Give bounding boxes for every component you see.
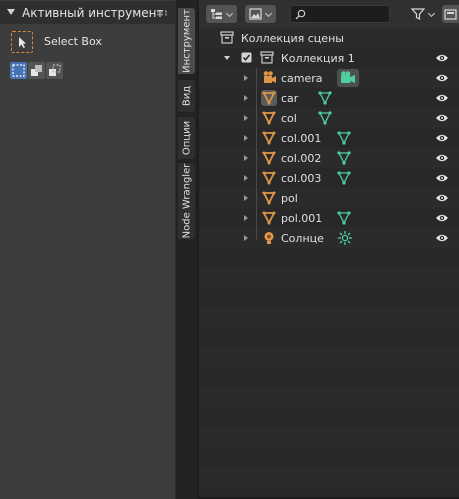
outliner-tree-icon — [211, 9, 222, 19]
outliner: Коллекция сцены Коллекция 1 camera car c… — [199, 0, 459, 499]
disclosure-closed-icon[interactable] — [244, 175, 248, 181]
mesh-object-icon — [262, 211, 276, 226]
mesh-object-icon — [262, 151, 276, 166]
mode-new-icon[interactable] — [10, 62, 27, 79]
search-field[interactable] — [290, 5, 390, 23]
chevron-down-icon — [264, 9, 273, 18]
mesh-object-icon — [261, 90, 277, 106]
mesh-data-icon[interactable] — [336, 170, 352, 186]
select-box-icon[interactable] — [11, 31, 33, 53]
object-label: col.001 — [281, 132, 322, 145]
object-row-sun[interactable]: Солнце — [199, 228, 459, 248]
eye-icon[interactable] — [435, 133, 449, 143]
eye-icon[interactable] — [435, 113, 449, 123]
panel-title: Активный инструмент — [22, 6, 164, 20]
collection-icon — [260, 51, 274, 64]
object-label: Солнце — [281, 232, 324, 245]
mesh-data-icon[interactable] — [336, 210, 352, 226]
object-row-col-002[interactable]: col.002 — [199, 148, 459, 168]
scene-collection-icon — [220, 31, 234, 44]
disclosure-closed-icon[interactable] — [244, 115, 248, 121]
object-row-col-003[interactable]: col.003 — [199, 168, 459, 188]
exclude-checkbox[interactable] — [241, 52, 252, 63]
search-icon — [295, 9, 306, 20]
object-label: col.002 — [281, 152, 322, 165]
eye-icon[interactable] — [435, 193, 449, 203]
disclosure-closed-icon[interactable] — [244, 155, 248, 161]
disclosure-closed-icon[interactable] — [244, 135, 248, 141]
chevron-down-icon — [427, 9, 436, 18]
image-icon — [249, 8, 262, 20]
disclosure-closed-icon[interactable] — [244, 235, 248, 241]
mesh-object-icon — [262, 111, 276, 126]
mesh-data-icon[interactable] — [317, 110, 333, 126]
light-object-icon — [264, 232, 274, 244]
object-label: camera — [281, 72, 323, 85]
new-collection-button[interactable] — [442, 5, 459, 23]
object-label: col.003 — [281, 172, 322, 185]
object-label: car — [281, 92, 299, 105]
outliner-header — [199, 0, 459, 28]
panel-header[interactable]: Активный инструмент — [0, 1, 176, 24]
outliner-tree: Коллекция сцены Коллекция 1 camera car c… — [199, 28, 459, 498]
scene-collection-label: Коллекция сцены — [241, 32, 344, 45]
object-row-pol[interactable]: pol — [199, 188, 459, 208]
view-layer-dropdown[interactable] — [245, 5, 276, 23]
search-input[interactable] — [309, 7, 387, 21]
mesh-data-icon[interactable] — [317, 90, 333, 106]
disclosure-open-icon[interactable] — [224, 56, 230, 60]
disclosure-closed-icon[interactable] — [244, 195, 248, 201]
object-row-pol-001[interactable]: pol.001 — [199, 208, 459, 228]
display-mode-dropdown[interactable] — [206, 5, 237, 23]
tab-tool[interactable]: Инструмент — [178, 8, 195, 74]
eye-icon[interactable] — [435, 73, 449, 83]
camera-data-icon[interactable] — [337, 69, 359, 87]
mesh-object-icon — [262, 171, 276, 186]
eye-icon[interactable] — [435, 173, 449, 183]
disclosure-closed-icon[interactable] — [244, 75, 248, 81]
disclosure-closed-icon[interactable] — [244, 95, 248, 101]
object-row-col[interactable]: col — [199, 108, 459, 128]
object-label: pol — [281, 192, 298, 205]
collapse-triangle-icon[interactable] — [7, 9, 15, 15]
funnel-icon — [411, 8, 425, 20]
chevron-down-icon — [225, 9, 234, 18]
mesh-data-icon[interactable] — [336, 130, 352, 146]
object-label: pol.001 — [281, 212, 323, 225]
sun-light-data-icon[interactable] — [337, 230, 353, 246]
eye-icon[interactable] — [435, 153, 449, 163]
scene-collection-row[interactable]: Коллекция сцены — [199, 28, 459, 48]
collection-row[interactable]: Коллекция 1 — [199, 48, 459, 68]
mesh-object-icon — [262, 131, 276, 146]
new-collection-icon — [444, 9, 457, 20]
camera-object-icon — [263, 71, 276, 83]
active-tool-panel: Активный инструмент Select Box — [0, 0, 176, 499]
eye-icon[interactable] — [435, 213, 449, 223]
sidebar-tab-strip: Инструмент Вид Опции Node Wrangler — [176, 0, 197, 499]
object-label: col — [281, 112, 297, 125]
mesh-object-icon — [262, 191, 276, 206]
eye-icon[interactable] — [435, 53, 449, 63]
object-row-camera[interactable]: camera — [199, 68, 459, 88]
collection-label: Коллекция 1 — [281, 52, 355, 65]
tab-view[interactable]: Вид — [178, 80, 195, 112]
eye-icon[interactable] — [435, 93, 449, 103]
mode-extend-icon[interactable] — [28, 62, 45, 79]
mode-subtract-icon[interactable] — [46, 62, 63, 79]
tab-options[interactable]: Опции — [178, 117, 195, 159]
drag-grip-icon[interactable] — [156, 10, 168, 16]
object-row-col-001[interactable]: col.001 — [199, 128, 459, 148]
object-row-car[interactable]: car — [199, 88, 459, 108]
tab-node-wrangler[interactable]: Node Wrangler — [178, 163, 195, 239]
disclosure-closed-icon[interactable] — [244, 215, 248, 221]
active-tool-label: Select Box — [44, 35, 102, 48]
eye-icon[interactable] — [435, 233, 449, 243]
mesh-data-icon[interactable] — [336, 150, 352, 166]
filter-dropdown[interactable] — [407, 5, 439, 23]
